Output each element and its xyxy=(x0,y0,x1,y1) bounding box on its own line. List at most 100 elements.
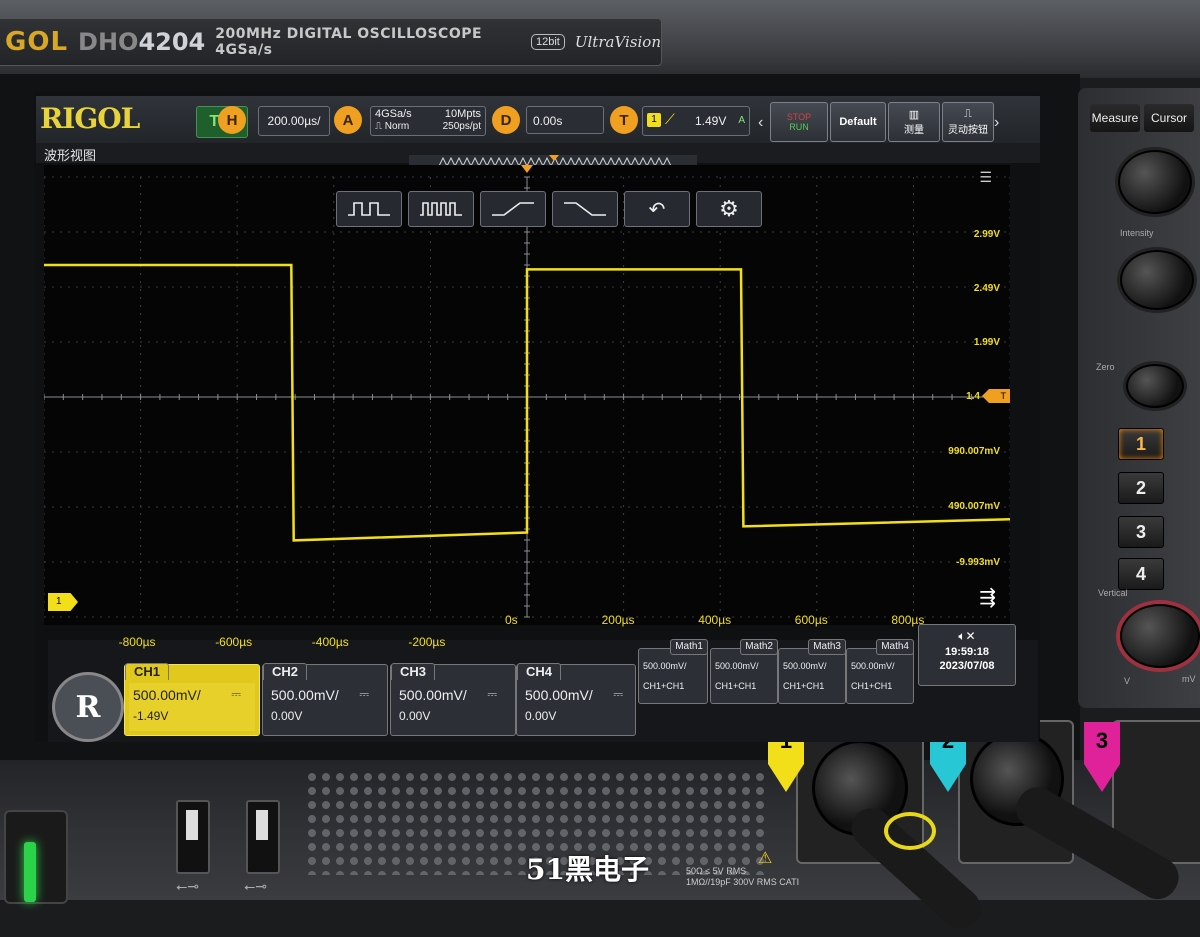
timebase-value[interactable]: 200.00µs/ xyxy=(258,106,330,136)
channel-2-key[interactable]: 2 xyxy=(1118,472,1164,504)
model-label: DHO4204 xyxy=(78,28,205,56)
acquire-icon[interactable]: A xyxy=(334,106,362,134)
trigger-icon[interactable]: T xyxy=(610,106,638,134)
vertical-scale-knob[interactable] xyxy=(1120,604,1200,668)
x-tick-label: -600µs xyxy=(215,635,253,649)
run-stop-button[interactable]: STOP RUN xyxy=(770,102,828,142)
x-tick-label: 200µs xyxy=(601,613,635,627)
x-tick-label: 800µs xyxy=(891,613,925,627)
trigger-settings[interactable]: 1 ⟋ 1.49V A xyxy=(642,106,750,136)
channel-4-key[interactable]: 4 xyxy=(1118,558,1164,590)
ch3-tag: CH3 xyxy=(391,663,436,680)
x-tick-label: -200µs xyxy=(408,635,446,649)
ch2-scale: 500.00mV/ xyxy=(271,687,339,703)
memory-depth: 10Mpts xyxy=(444,108,481,120)
ch1-box[interactable]: CH1 500.00mV/ ⎓ -1.49V xyxy=(124,663,260,736)
ultravision-logo: UltraVision xyxy=(574,33,661,51)
measure-button[interactable]: Measure xyxy=(1090,104,1140,132)
input-spec-line-1: 50Ω ≤ 5V RMS xyxy=(686,866,747,876)
smart-icon: ⎍ xyxy=(964,108,972,120)
rigol-logo: RIGOL xyxy=(40,102,140,135)
y-tick-label: 490.007mV xyxy=(948,501,1000,512)
multipurpose-knob-2[interactable] xyxy=(1120,250,1194,310)
falling-edge-icon[interactable] xyxy=(552,191,618,227)
pulse-icon: ⎍ xyxy=(375,121,382,132)
clock-time: 19:59:18 xyxy=(944,646,990,658)
dc-coupling-icon: ⎓ xyxy=(231,687,241,701)
rigol-home-icon[interactable]: R xyxy=(52,672,124,742)
clock-date: 2023/07/08 xyxy=(939,660,995,672)
y-tick-label: 1.4 xyxy=(966,391,980,402)
ch2-offset: 0.00V xyxy=(271,709,303,723)
delay-value[interactable]: 0.00s xyxy=(526,106,604,134)
ch1-trace xyxy=(44,263,1010,542)
math4-box[interactable]: Math4 500.00mV/ CH1+CH1 xyxy=(846,639,914,704)
pulse-trigger-icon[interactable] xyxy=(336,191,402,227)
ch3-box[interactable]: CH3 500.00mV/ ⎓ 0.00V xyxy=(390,663,516,736)
ch1-scale: 500.00mV/ xyxy=(133,687,201,703)
multi-pulse-icon[interactable] xyxy=(408,191,474,227)
dc-coupling-icon: ⎓ xyxy=(359,687,369,701)
math4-expr: CH1+CH1 xyxy=(851,681,893,691)
multipurpose-knob-1[interactable] xyxy=(1118,150,1192,214)
waveform-view-title: 波形视图 xyxy=(44,148,97,163)
channel-1-key[interactable]: 1 xyxy=(1118,428,1164,460)
math1-scale: 500.00mV/ xyxy=(643,661,687,671)
settings-icon[interactable]: ⚙ xyxy=(696,191,762,227)
collapse-icon[interactable]: ⇶ xyxy=(979,585,996,610)
stop-label: STOP xyxy=(786,112,812,122)
ch4-box[interactable]: CH4 500.00mV/ ⎓ 0.00V xyxy=(516,663,636,736)
default-button[interactable]: Default xyxy=(830,102,886,142)
ch4-scale: 500.00mV/ xyxy=(525,687,593,703)
acquire-settings[interactable]: 4GSa/s 10Mpts ⎍ Norm 250ps/pt xyxy=(370,106,486,136)
cursor-button[interactable]: Cursor xyxy=(1144,104,1194,132)
x-tick-label: -400µs xyxy=(311,635,349,649)
ch2-box[interactable]: CH2 500.00mV/ ⎓ 0.00V xyxy=(262,663,388,736)
trigger-position-marker xyxy=(521,165,533,173)
measure-quick-label: 测量 xyxy=(904,125,924,136)
time-resolution: 250ps/pt xyxy=(442,121,481,132)
dc-coupling-icon: ⎓ xyxy=(487,687,497,701)
power-led xyxy=(24,842,36,902)
math3-box[interactable]: Math3 500.00mV/ CH1+CH1 xyxy=(778,639,846,704)
math2-box[interactable]: Math2 500.00mV/ CH1+CH1 xyxy=(710,639,778,704)
trigger-mode: A xyxy=(738,115,745,126)
y-tick-label: 990.007mV xyxy=(948,446,1000,457)
rising-edge-icon[interactable] xyxy=(480,191,546,227)
intensity-label: Intensity xyxy=(1120,228,1154,238)
measure-quick-button[interactable]: ▥ 测量 xyxy=(888,102,940,142)
speaker-muted-icon: 🔈︎✕ xyxy=(958,629,976,643)
undo-icon[interactable]: ↶ xyxy=(624,191,690,227)
run-label: RUN xyxy=(789,122,809,132)
y-tick-label: -9.993mV xyxy=(956,557,1000,568)
v-label: V xyxy=(1124,676,1131,686)
vertical-label: Vertical xyxy=(1098,588,1128,598)
watermark: 51黑电子 xyxy=(526,853,649,886)
nameplate: GOL DHO4204 200MHz DIGITAL OSCILLOSCOPE … xyxy=(0,18,662,66)
ch1-offset: -1.49V xyxy=(133,709,169,723)
menu-icon[interactable]: ☰ xyxy=(979,169,992,186)
status-clock[interactable]: 🔈︎✕ 19:59:18 2023/07/08 xyxy=(918,624,1016,686)
scroll-left-icon[interactable]: ‹ xyxy=(758,114,763,132)
horizontal-icon[interactable]: H xyxy=(218,106,246,134)
math4-scale: 500.00mV/ xyxy=(851,661,895,671)
math1-box[interactable]: Math1 500.00mV/ CH1+CH1 xyxy=(638,639,708,704)
vertical-position-knob[interactable] xyxy=(1126,364,1184,408)
ch3-scale: 500.00mV/ xyxy=(399,687,467,703)
y-tick-label: 2.49V xyxy=(973,283,1000,294)
math3-tag: Math3 xyxy=(808,639,846,655)
math2-scale: 500.00mV/ xyxy=(715,661,759,671)
ch2-tag: CH2 xyxy=(263,663,308,680)
channel-3-key[interactable]: 3 xyxy=(1118,516,1164,548)
x-tick-label: 600µs xyxy=(794,613,828,627)
waveform-area[interactable]: ☰ ↶ ⚙ 2.99V 2.49V 1.99V 1.4 990.007mV 49… xyxy=(44,165,1010,625)
ch4-offset: 0.00V xyxy=(525,709,557,723)
delay-icon[interactable]: D xyxy=(492,106,520,134)
waveform-plot xyxy=(44,165,1010,618)
smart-button[interactable]: ⎍ 灵动按钮 xyxy=(942,102,994,142)
bit-badge: 12bit xyxy=(531,34,565,50)
model-prefix: DHO xyxy=(78,28,139,56)
mv-label: mV xyxy=(1182,674,1196,684)
scroll-right-icon[interactable]: › xyxy=(994,114,999,132)
power-button[interactable] xyxy=(4,810,68,904)
